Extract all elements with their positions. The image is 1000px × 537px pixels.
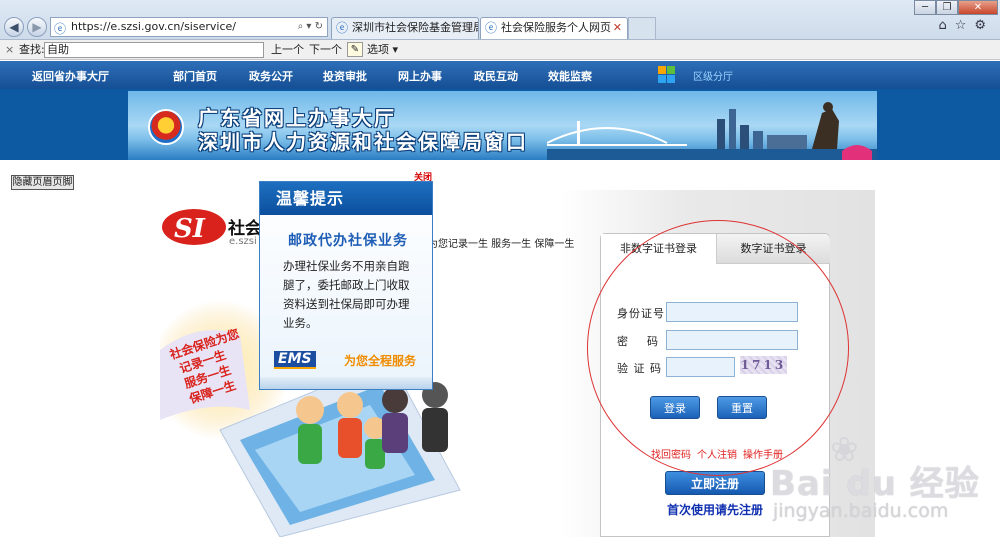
find-next-button[interactable]: 下一个: [309, 40, 342, 59]
tab-non-cert-login[interactable]: 非数字证书登录: [601, 234, 717, 264]
notice-popup[interactable]: 温馨提示 邮政代办社保业务 办理社保业务不用亲自跑腿了，委托邮政上门收取资料送到…: [259, 181, 433, 390]
captcha-image[interactable]: 1713: [740, 356, 787, 374]
city-skyline-image: [547, 102, 877, 160]
back-arrow-icon: ◀: [9, 20, 19, 34]
new-tab-button[interactable]: [628, 17, 656, 39]
hide-header-footer-button[interactable]: 隐藏页眉页脚: [11, 175, 74, 190]
id-number-label: 身份证号: [617, 307, 665, 320]
find-label: 查找:: [19, 43, 45, 56]
nav-interaction[interactable]: 政民互动: [474, 68, 518, 84]
nav-district-hall[interactable]: 区级分厅: [693, 68, 733, 83]
popup-subtitle: 邮政代办社保业务: [288, 233, 408, 249]
close-window-button[interactable]: ✕: [958, 0, 998, 15]
reset-button[interactable]: 重置: [717, 396, 767, 419]
forward-arrow-icon: ▶: [32, 20, 42, 34]
back-button[interactable]: ◀: [4, 17, 24, 37]
popup-footer: [260, 377, 432, 389]
ems-logo: EMS: [274, 351, 316, 369]
restore-button[interactable]: ❐: [936, 0, 958, 15]
find-input[interactable]: 自助: [44, 42, 264, 58]
ie-icon: ⓔ: [485, 21, 498, 35]
brand-domain: e.szsi: [229, 236, 257, 247]
banner-subtitle: 深圳市人力资源和社会保障局窗口: [198, 130, 528, 154]
id-number-input[interactable]: [666, 302, 798, 322]
register-hint-link[interactable]: 首次使用请先注册: [667, 501, 763, 518]
ie-icon: ⓔ: [336, 21, 349, 35]
browser-tab-personal-page[interactable]: ⓔ 社会保险服务个人网页 ✕: [480, 17, 628, 39]
password-input[interactable]: [666, 330, 798, 350]
address-text[interactable]: https://e.szsi.gov.cn/siservice/: [71, 20, 236, 33]
captcha-input[interactable]: [666, 357, 735, 377]
popup-body: 办理社保业务不用亲自跑腿了，委托邮政上门收取资料送到社保局即可办理业务。: [283, 259, 410, 330]
find-options-button[interactable]: 选项 ▾: [367, 40, 398, 59]
nav-return-province[interactable]: 返回省办事大厅: [32, 68, 109, 84]
ems-slogan: 为您全程服务: [344, 354, 417, 368]
social-insurance-logo-icon: SI: [162, 209, 226, 245]
address-bar[interactable]: ⓔ https://e.szsi.gov.cn/siservice/ ⌕ ▾ ↻: [50, 17, 328, 37]
nav-investment[interactable]: 投资审批: [323, 68, 367, 84]
highlight-pencil-icon[interactable]: ✎: [347, 42, 363, 57]
cancel-account-link[interactable]: 个人注销: [697, 446, 737, 461]
tab-label: 社会保险服务个人网页: [501, 21, 611, 34]
home-favorites-tools-icons[interactable]: ⌂☆⚙: [938, 18, 994, 33]
browser-tab-fund-bureau[interactable]: ⓔ 深圳市社会保险基金管理局: [331, 17, 479, 39]
forward-button[interactable]: ▶: [27, 17, 47, 37]
register-button[interactable]: 立即注册: [665, 471, 765, 495]
window-controls: ─ ❐ ✕: [914, 0, 998, 15]
minimize-button[interactable]: ─: [914, 0, 936, 15]
watermark-url: jingyan.baidu.com: [773, 500, 949, 522]
banner-area: 广东省网上办事大厅 深圳市人力资源和社会保障局窗口: [0, 89, 1000, 160]
guangdong-emblem-icon: [148, 109, 184, 145]
retrieve-password-link[interactable]: 找回密码: [651, 446, 691, 461]
ems-banner: EMS 为您全程服务: [274, 349, 424, 371]
svg-text:SI: SI: [174, 214, 206, 244]
nav-supervision[interactable]: 效能监察: [548, 68, 592, 84]
watermark-text: Bai du 经验: [770, 464, 980, 504]
site-nav: 返回省办事大厅 部门首页 政务公开 投资审批 网上办事 政民互动 效能监察 区级…: [0, 61, 1000, 89]
baidu-jingyan-watermark: ❀ Bai du 经验 jingyan.baidu.com: [770, 430, 995, 535]
popup-title: 温馨提示: [260, 182, 432, 215]
district-hall-icon: [658, 66, 676, 84]
find-close-icon[interactable]: ×: [5, 40, 14, 59]
password-label: 密 码: [617, 335, 659, 348]
nav-online-service[interactable]: 网上办事: [398, 68, 442, 84]
tab-cert-login[interactable]: 数字证书登录: [717, 234, 830, 264]
browser-chrome: ◀ ▶ ⓔ https://e.szsi.gov.cn/siservice/ ⌕…: [0, 0, 1000, 40]
banner: 广东省网上办事大厅 深圳市人力资源和社会保障局窗口: [128, 91, 877, 160]
captcha-label: 验 证 码: [617, 362, 662, 375]
login-tabs: 非数字证书登录 数字证书登录: [601, 234, 830, 264]
address-tools-icons[interactable]: ⌕ ▾ ↻: [298, 18, 323, 36]
ie-icon: ⓔ: [54, 22, 67, 36]
find-bar: × 查找: 自助 上一个 下一个 ✎ 选项 ▾: [0, 40, 1000, 60]
nav-department-home[interactable]: 部门首页: [173, 68, 217, 84]
nav-gov-open[interactable]: 政务公开: [249, 68, 293, 84]
slogan: 为您记录一生 服务一生 保障一生: [428, 239, 575, 250]
close-tab-icon[interactable]: ✕: [613, 18, 622, 38]
login-button[interactable]: 登录: [650, 396, 700, 419]
find-previous-button[interactable]: 上一个: [271, 40, 304, 59]
tab-label: 深圳市社会保险基金管理局: [352, 21, 479, 34]
